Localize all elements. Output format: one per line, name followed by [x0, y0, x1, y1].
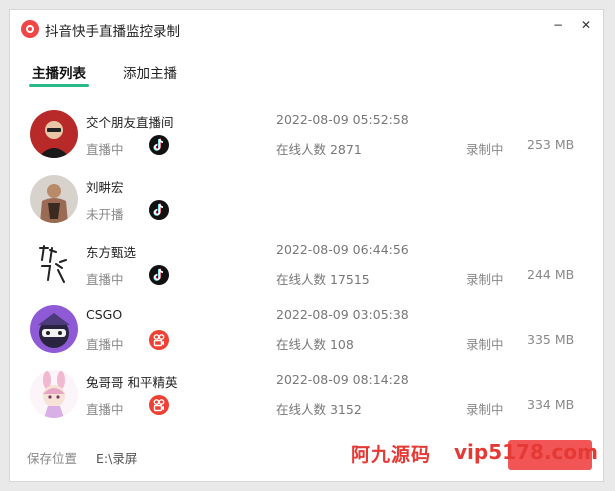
streamer-row[interactable]: 兔哥哥 和平精英 直播中 2022-08-09 08:14:28 在线人数 31…: [10, 365, 603, 425]
file-size: 244 MB: [527, 267, 575, 282]
kuaishou-icon: [149, 330, 169, 350]
recording-status: 录制中: [466, 337, 504, 352]
viewer-count: 在线人数 3152: [276, 402, 362, 417]
streamer-name: 交个朋友直播间: [86, 115, 174, 130]
viewer-count: 在线人数 108: [276, 337, 354, 352]
file-size: 335 MB: [527, 332, 575, 347]
file-size: 253 MB: [527, 137, 575, 152]
app-logo-icon: [21, 20, 39, 38]
streamer-avatar: [30, 175, 78, 223]
app-window: 抖音快手直播监控录制 − ✕ 主播列表 添加主播 交个朋友直播间 直播中 202…: [9, 9, 604, 482]
live-status: 直播中: [86, 272, 124, 287]
streamer-name: CSGO: [86, 307, 123, 322]
active-tab-indicator: [29, 84, 89, 87]
tiktok-icon: [149, 265, 169, 285]
streamer-row[interactable]: 刘畊宏 未开播: [10, 170, 603, 230]
streamer-name: 刘畊宏: [86, 180, 124, 195]
live-status: 未开播: [86, 207, 124, 222]
app-title: 抖音快手直播监控录制: [45, 24, 180, 40]
streamer-avatar: [30, 110, 78, 158]
viewer-count: 在线人数 17515: [276, 272, 370, 287]
streamer-avatar: [30, 305, 78, 353]
tab-streamer-list[interactable]: 主播列表: [29, 62, 89, 87]
save-location-label: 保存位置: [27, 451, 78, 466]
streamer-avatar: [30, 240, 78, 288]
start-time: 2022-08-09 03:05:38: [276, 307, 409, 322]
watermark-text: 阿九源码: [351, 444, 432, 466]
title-bar[interactable]: 抖音快手直播监控录制 − ✕: [10, 10, 603, 48]
minimize-button[interactable]: −: [547, 14, 569, 36]
streamer-avatar: [30, 370, 78, 418]
live-status: 直播中: [86, 142, 124, 157]
recording-status: 录制中: [466, 142, 504, 157]
recording-status: 录制中: [466, 402, 504, 417]
save-location-path[interactable]: E:\录屏: [96, 448, 137, 467]
tiktok-icon: [149, 200, 169, 220]
tab-label: 主播列表: [32, 66, 86, 82]
kuaishou-icon: [149, 395, 169, 415]
live-status: 直播中: [86, 337, 124, 352]
watermark-domain: vip5178.com: [454, 440, 598, 464]
start-time: 2022-08-09 05:52:58: [276, 112, 409, 127]
streamer-row[interactable]: CSGO 直播中 2022-08-09 03:05:38 在线人数 108 录制…: [10, 300, 603, 360]
tab-add-streamer[interactable]: 添加主播: [123, 62, 177, 82]
tiktok-icon: [149, 135, 169, 155]
file-size: 334 MB: [527, 397, 575, 412]
start-time: 2022-08-09 06:44:56: [276, 242, 409, 257]
recording-status: 录制中: [466, 272, 504, 287]
streamer-name: 兔哥哥 和平精英: [86, 375, 178, 390]
viewer-count: 在线人数 2871: [276, 142, 362, 157]
streamer-row[interactable]: 东方甄选 直播中 2022-08-09 06:44:56 在线人数 17515 …: [10, 235, 603, 295]
streamer-name: 东方甄选: [86, 245, 137, 260]
streamer-row[interactable]: 交个朋友直播间 直播中 2022-08-09 05:52:58 在线人数 287…: [10, 105, 603, 165]
live-status: 直播中: [86, 402, 124, 417]
start-time: 2022-08-09 08:14:28: [276, 372, 409, 387]
close-button[interactable]: ✕: [575, 14, 597, 36]
tab-label: 添加主播: [123, 66, 177, 82]
